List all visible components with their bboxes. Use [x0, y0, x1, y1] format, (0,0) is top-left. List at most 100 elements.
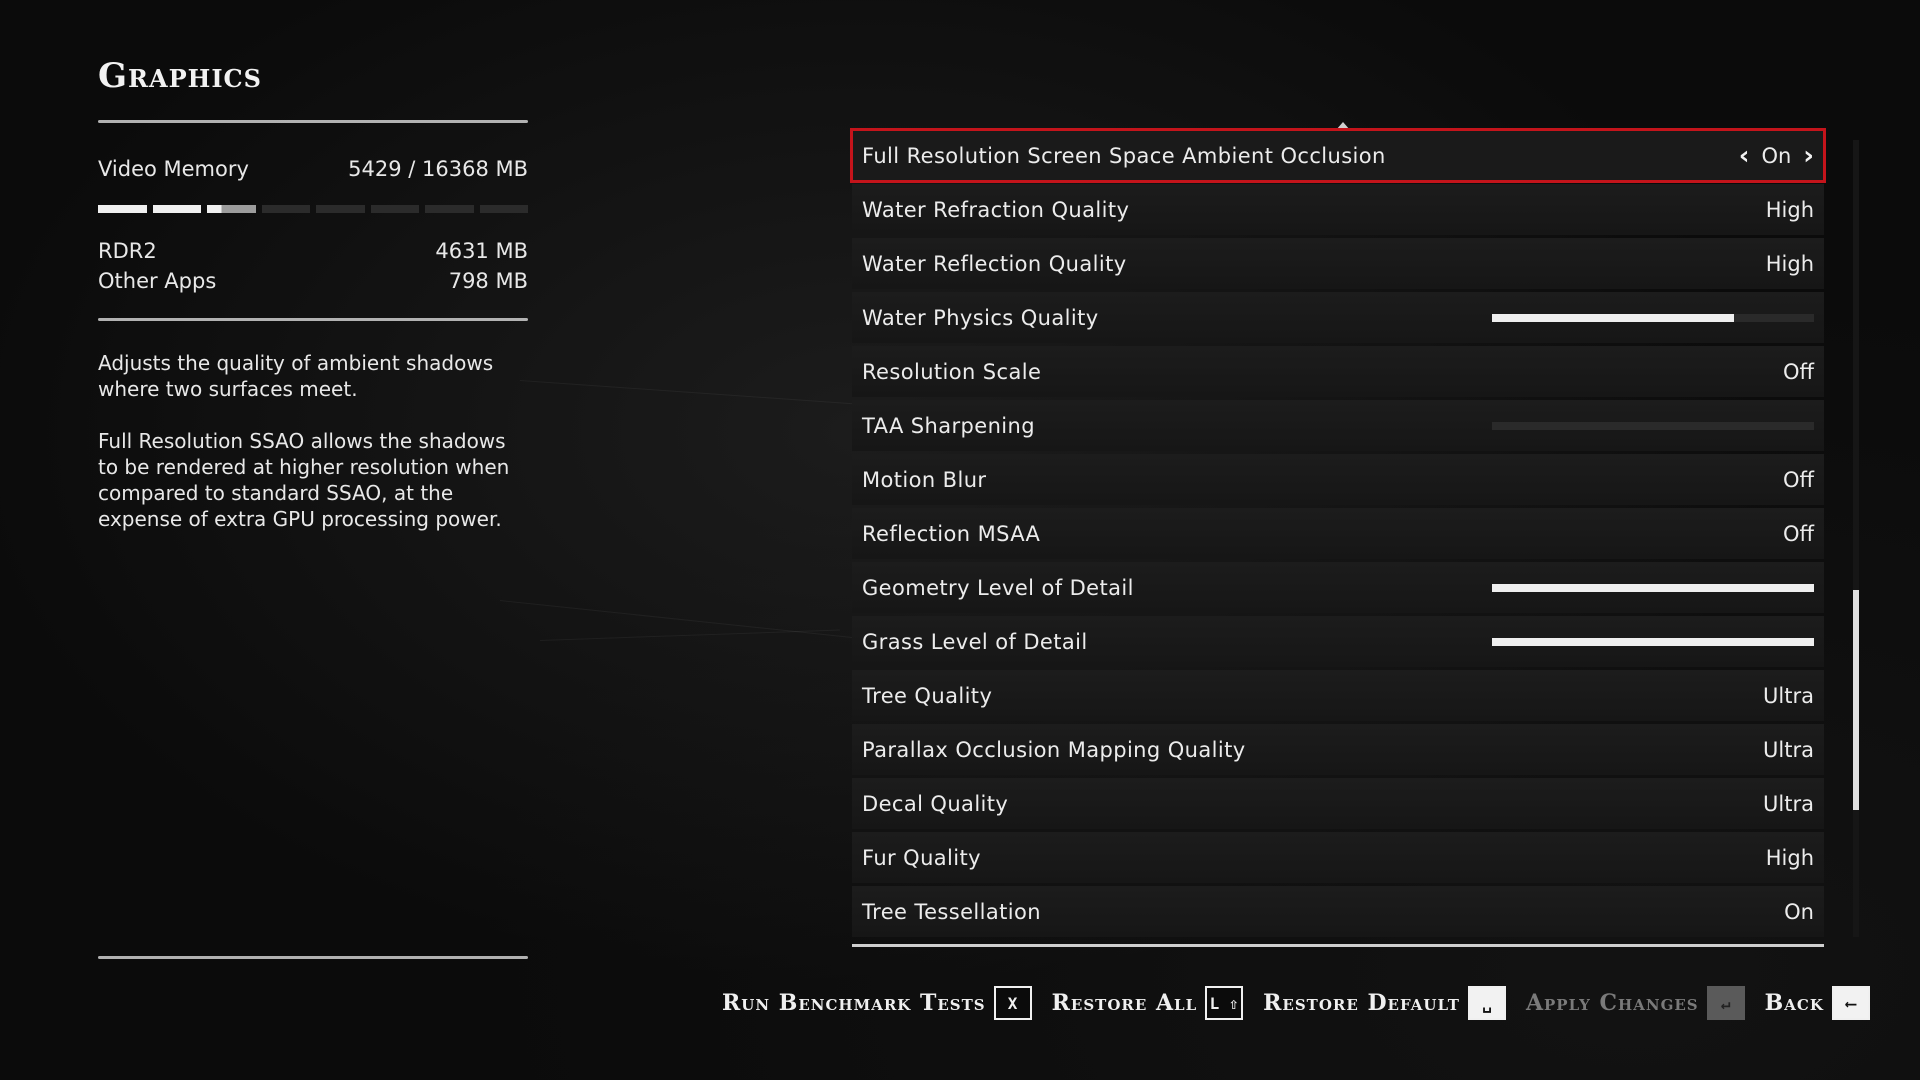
setting-slider[interactable] [1492, 421, 1814, 430]
rdr2-memory-row: RDR2 4631 MB [98, 239, 528, 263]
setting-label: Parallax Occlusion Mapping Quality [862, 737, 1246, 762]
setting-label: Water Reflection Quality [862, 251, 1127, 276]
setting-value[interactable]: High [1766, 198, 1814, 222]
setting-row[interactable]: Water Refraction Quality High [852, 184, 1824, 235]
setting-label: Tree Quality [862, 683, 993, 708]
setting-value-text: Off [1783, 467, 1814, 492]
setting-label: TAA Sharpening [862, 413, 1035, 438]
video-memory-label: Video Memory [98, 157, 249, 181]
setting-label: Water Physics Quality [862, 305, 1099, 330]
slider-fill [1492, 313, 1734, 322]
hint-label: Back [1764, 990, 1824, 1016]
setting-label: Fur Quality [862, 845, 981, 870]
hint-label: Run Benchmark Tests [722, 990, 986, 1016]
button-hints-bar: Run Benchmark Tests X Restore All L ⇧ Restor… [722, 986, 1890, 1020]
setting-label: Water Refraction Quality [862, 197, 1130, 222]
setting-value-text: High [1765, 845, 1814, 870]
key-glyph-icon: ⟵ [1831, 986, 1870, 1020]
scrollbar-thumb[interactable] [1853, 590, 1859, 810]
setting-value[interactable]: On [1784, 900, 1814, 924]
divider [852, 944, 1824, 947]
setting-value[interactable]: Ultra [1763, 738, 1814, 762]
setting-value[interactable]: Off [1783, 360, 1814, 384]
key-glyph-icon: ↵ [1706, 986, 1745, 1020]
setting-row[interactable]: Water Reflection Quality High [852, 238, 1824, 289]
setting-row[interactable]: Fur Quality High [852, 832, 1824, 883]
hint-label: Apply Changes [1525, 990, 1699, 1016]
setting-value[interactable]: Off [1783, 468, 1814, 492]
memory-bar-segment [316, 205, 365, 213]
setting-label: Decal Quality [862, 791, 1009, 816]
settings-list: Full Resolution Screen Space Ambient Occ… [850, 128, 1826, 940]
setting-value[interactable]: ‹ On › [1739, 141, 1814, 171]
setting-description: Adjusts the quality of ambient shadows w… [98, 351, 494, 401]
video-memory-value: 5429 / 16368 MB [348, 157, 528, 181]
setting-row[interactable]: Full Resolution Screen Space Ambient Occ… [850, 128, 1826, 183]
setting-label: Tree Tessellation [862, 899, 1041, 924]
other-apps-memory-row: Other Apps 798 MB [98, 269, 528, 293]
setting-label: Grass Level of Detail [862, 629, 1088, 654]
video-memory-row: Video Memory 5429 / 16368 MB [98, 157, 528, 181]
setting-value-text: High [1765, 251, 1814, 276]
setting-row[interactable]: Tree Quality Ultra [852, 670, 1824, 721]
apply-changes-button[interactable]: Apply Changes ↵ [1526, 986, 1745, 1020]
scroll-up-indicator [1336, 122, 1350, 130]
memory-bar-segment [207, 205, 256, 213]
setting-row[interactable]: Reflection MSAA Off [852, 508, 1824, 559]
setting-row[interactable]: Motion Blur Off [852, 454, 1824, 505]
chevron-left-icon[interactable]: ‹ [1739, 141, 1750, 171]
memory-bar-segment [152, 205, 201, 213]
setting-value[interactable]: High [1766, 846, 1814, 870]
setting-row[interactable]: TAA Sharpening [852, 400, 1824, 451]
memory-bar-segment [98, 205, 147, 213]
setting-row[interactable]: Water Physics Quality [852, 292, 1824, 343]
other-apps-label: Other Apps [98, 269, 217, 293]
setting-label: Motion Blur [862, 467, 987, 492]
back-button[interactable]: Back ⟵ [1765, 986, 1870, 1020]
setting-row[interactable]: Grass Level of Detail [852, 616, 1824, 667]
setting-value-text: Off [1783, 521, 1814, 546]
setting-value-text: On [1784, 899, 1814, 924]
setting-slider[interactable] [1492, 583, 1814, 592]
memory-bar-segment [425, 205, 474, 213]
setting-value[interactable]: Ultra [1763, 684, 1814, 708]
setting-value[interactable]: Ultra [1763, 792, 1814, 816]
setting-value-text: Off [1783, 359, 1814, 384]
memory-bar-segment [261, 205, 310, 213]
setting-label: Full Resolution Screen Space Ambient Occ… [862, 143, 1386, 168]
rdr2-value: 4631 MB [435, 239, 528, 263]
setting-label: Resolution Scale [862, 359, 1042, 384]
setting-slider[interactable] [1492, 313, 1814, 322]
slider-fill [1492, 637, 1814, 646]
setting-row[interactable]: Geometry Level of Detail [852, 562, 1824, 613]
other-apps-value: 798 MB [448, 269, 528, 293]
run-benchmark-tests-button[interactable]: Run Benchmark Tests X [722, 986, 1032, 1020]
setting-slider[interactable] [1492, 637, 1814, 646]
key-glyph-icon: X [993, 986, 1032, 1020]
divider [98, 120, 528, 123]
setting-value-text: Ultra [1763, 683, 1814, 708]
setting-row[interactable]: Tree Tessellation On [852, 886, 1824, 937]
setting-value[interactable]: High [1766, 252, 1814, 276]
setting-row[interactable]: Decal Quality Ultra [852, 778, 1824, 829]
divider [98, 956, 528, 959]
restore-default-button[interactable]: Restore Default ␣ [1263, 986, 1506, 1020]
key-glyph-icon: ␣ [1467, 986, 1506, 1020]
key-glyph-icon: L ⇧ [1205, 986, 1244, 1020]
setting-value-text: Ultra [1763, 791, 1814, 816]
memory-usage-bar [98, 205, 528, 215]
setting-value[interactable]: Off [1783, 522, 1814, 546]
setting-value-text: On [1761, 143, 1792, 168]
setting-row[interactable]: Resolution Scale Off [852, 346, 1824, 397]
setting-description-detail: Full Resolution SSAO allows the shadows … [98, 429, 510, 531]
scrollbar[interactable] [1853, 140, 1859, 937]
setting-label: Geometry Level of Detail [862, 575, 1134, 600]
chevron-right-icon[interactable]: › [1803, 141, 1814, 171]
hint-label: Restore Default [1263, 990, 1460, 1016]
setting-row[interactable]: Parallax Occlusion Mapping Quality Ultra [852, 724, 1824, 775]
setting-label: Reflection MSAA [862, 521, 1041, 546]
divider [98, 318, 528, 321]
memory-bar-segment [479, 205, 528, 213]
restore-all-button[interactable]: Restore All L ⇧ [1052, 986, 1244, 1020]
setting-value-text: Ultra [1763, 737, 1814, 762]
